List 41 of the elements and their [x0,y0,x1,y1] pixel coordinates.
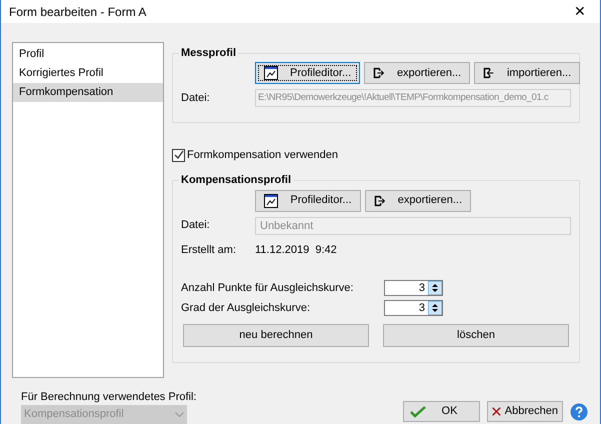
created-date: 11.12.2019 9:42 [255,242,337,258]
toolbar-button[interactable]: exportieren... [365,190,471,212]
help-icon[interactable] [570,402,588,420]
chevron-down-icon [175,412,184,418]
checkbox-label: Formkompensation verwenden [187,148,338,163]
toolbar-button[interactable]: exportieren... [364,62,470,84]
spinner-label: Grad der Ausgleichskurve: [181,300,312,316]
close-button[interactable]: ✕ [560,0,600,23]
file-path-field: E:\NR95\Demowerkzeuge\!Aktuell\TEMP\Formkompensation_demo_01.c [255,89,571,107]
field-label: Erstellt am: [181,242,238,258]
chart-icon [264,194,278,208]
group-title: Messprofil [179,45,238,62]
spinner-label: Anzahl Punkte für Ausgleichskurve: [181,281,354,296]
cancel-button[interactable]: Abbrechen [487,401,563,422]
number-spinner[interactable]: 3 [384,300,443,316]
up-down-arrows-icon [428,300,442,315]
ok-button[interactable]: OK [403,401,480,422]
import-icon [483,65,495,81]
action-button[interactable]: löschen [383,324,569,347]
number-spinner[interactable]: 3 [384,280,443,296]
toolbar-button[interactable]: importieren... [474,62,580,84]
export-icon [373,65,385,81]
spinner-value: 3 [418,300,426,315]
field-label: Datei: [181,218,211,234]
field-label: Datei: [181,90,211,106]
window-title: Form bearbeiten - Form A [9,4,146,20]
profile-label: Für Berechnung verwendetes Profil: [21,390,196,404]
toolbar-button[interactable]: Profileditor... [255,190,361,212]
check-icon [174,150,184,160]
x-icon [492,405,501,418]
sidebar-item[interactable]: Formkompensation [13,83,163,102]
toolbar-button[interactable]: Profileditor... [255,62,360,84]
up-down-arrows-icon [428,281,442,296]
checkbox[interactable] [172,148,185,162]
check-icon [410,406,426,418]
chart-icon [264,66,278,80]
action-button[interactable]: neu berechnen [183,324,369,347]
sidebar-item[interactable]: Korrigiertes Profil [13,64,163,83]
file-field: Unbekannt [255,216,571,234]
sidebar-item[interactable]: Profil [13,45,163,64]
spinner-value: 3 [418,281,426,296]
